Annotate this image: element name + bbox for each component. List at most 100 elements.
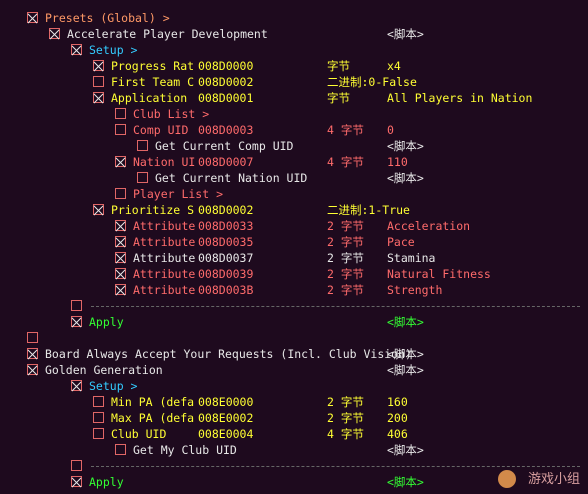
row-checkbox[interactable] (115, 444, 126, 455)
table-row[interactable]: Setup > (0, 42, 588, 58)
table-row[interactable]: Application 008D0001 字节 All Players in Nat… (0, 90, 588, 106)
table-row[interactable]: Golden Generation <脚本> (0, 362, 588, 378)
table-row[interactable]: Get Current Comp UID <脚本> (0, 138, 588, 154)
row-checkbox[interactable] (93, 60, 104, 71)
row-checkbox[interactable] (71, 316, 82, 327)
row-value[interactable]: Strength (387, 282, 442, 298)
row-value[interactable]: <脚本> (387, 170, 424, 186)
row-value[interactable]: 406 (387, 426, 408, 442)
row-checkbox[interactable] (71, 460, 82, 471)
table-row[interactable]: Max PA (defa 008E0002 2 字节 200 (0, 410, 588, 426)
row-type: 4 字节 (327, 155, 364, 169)
row-description: First Team C (111, 75, 195, 89)
row-checkbox[interactable] (93, 396, 104, 407)
row-value[interactable]: <脚本> (387, 362, 424, 378)
row-checkbox[interactable] (27, 364, 38, 375)
row-value[interactable]: x4 (387, 58, 401, 74)
table-row[interactable]: Attribute 008D0039 2 字节 Natural Fitness (0, 266, 588, 282)
row-address: 008D0007 (198, 155, 254, 169)
row-checkbox[interactable] (115, 108, 126, 119)
table-row[interactable]: Min PA (defa 008E0000 2 字节 160 (0, 394, 588, 410)
table-row[interactable]: Nation UI 008D0007 4 字节 110 (0, 154, 588, 170)
row-checkbox[interactable] (27, 12, 38, 23)
row-value[interactable]: 160 (387, 394, 408, 410)
table-row[interactable]: Club UID 008E0004 4 字节 406 (0, 426, 588, 442)
table-row[interactable]: Get Current Nation UID <脚本> (0, 170, 588, 186)
table-row[interactable] (0, 298, 588, 314)
table-row[interactable]: Get My Club UID <脚本> (0, 442, 588, 458)
row-type: 二进制:1-True (327, 203, 410, 217)
row-value[interactable]: 0 (387, 122, 394, 138)
row-value[interactable]: <脚本> (387, 346, 424, 362)
table-row[interactable]: Apply <脚本> (0, 314, 588, 330)
row-description: Attribute (133, 283, 196, 297)
row-address: 008D0039 (198, 267, 254, 281)
row-checkbox[interactable] (115, 268, 126, 279)
row-value[interactable]: <脚本> (387, 314, 424, 330)
row-value[interactable]: <脚本> (387, 474, 424, 490)
row-checkbox[interactable] (115, 124, 126, 135)
row-value[interactable]: 200 (387, 410, 408, 426)
row-checkbox[interactable] (71, 476, 82, 487)
table-row[interactable]: Presets (Global) > (0, 10, 588, 26)
watermark-text: 游戏小组 (527, 471, 580, 487)
row-value[interactable]: Natural Fitness (387, 266, 491, 282)
table-row[interactable]: Attribute 008D0037 2 字节 Stamina (0, 250, 588, 266)
table-row[interactable]: Comp UID 008D0003 4 字节 0 (0, 122, 588, 138)
row-checkbox[interactable] (115, 252, 126, 263)
row-checkbox[interactable] (115, 188, 126, 199)
row-checkbox[interactable] (49, 28, 60, 39)
row-type: 2 字节 (327, 411, 364, 425)
row-checkbox[interactable] (93, 204, 104, 215)
row-value[interactable]: <脚本> (387, 442, 424, 458)
row-checkbox[interactable] (27, 332, 38, 343)
row-address: 008E0002 (198, 411, 254, 425)
table-row[interactable]: Club List > (0, 106, 588, 122)
row-value[interactable]: All Players in Nation (387, 90, 532, 106)
row-value[interactable]: <脚本> (387, 26, 424, 42)
row-type: 4 字节 (327, 427, 364, 441)
row-value[interactable]: <脚本> (387, 138, 424, 154)
row-checkbox[interactable] (115, 236, 126, 247)
row-description: Attribute (133, 251, 196, 265)
row-checkbox[interactable] (93, 92, 104, 103)
table-row[interactable]: Player List > (0, 186, 588, 202)
row-value[interactable]: 110 (387, 154, 408, 170)
row-checkbox[interactable] (115, 220, 126, 231)
row-type: 2 字节 (327, 395, 364, 409)
table-row[interactable]: Attribute 008D003B 2 字节 Strength (0, 282, 588, 298)
row-checkbox[interactable] (27, 348, 38, 359)
row-checkbox[interactable] (137, 140, 148, 151)
row-checkbox[interactable] (93, 76, 104, 87)
row-checkbox[interactable] (115, 156, 126, 167)
row-address: 008D0000 (198, 59, 254, 73)
row-value[interactable]: Pace (387, 234, 415, 250)
row-description: Attribute (133, 219, 196, 233)
row-checkbox[interactable] (137, 172, 148, 183)
row-checkbox[interactable] (71, 380, 82, 391)
row-address: 008D003B (198, 283, 254, 297)
row-checkbox[interactable] (71, 300, 82, 311)
table-row[interactable]: Attribute 008D0033 2 字节 Acceleration (0, 218, 588, 234)
table-row[interactable]: Attribute 008D0035 2 字节 Pace (0, 234, 588, 250)
table-row[interactable]: Setup > (0, 378, 588, 394)
watermark: 游戏小组 (498, 468, 580, 488)
row-description: Progress Rat (111, 59, 195, 73)
table-row[interactable]: First Team C 008D0002 二进制:0-False (0, 74, 588, 90)
table-row[interactable]: Accelerate Player Development <脚本> (0, 26, 588, 42)
row-value[interactable]: Stamina (387, 250, 435, 266)
row-description: Setup > (89, 379, 138, 393)
table-row[interactable]: Prioritize S 008D0002 二进制:1-True (0, 202, 588, 218)
table-row[interactable] (0, 330, 588, 346)
row-checkbox[interactable] (71, 44, 82, 55)
row-checkbox[interactable] (93, 428, 104, 439)
table-row[interactable]: Board Always Accept Your Requests (Incl.… (0, 346, 588, 362)
table-row[interactable]: Progress Rat 008D0000 字节 x4 (0, 58, 588, 74)
row-checkbox[interactable] (93, 412, 104, 423)
row-description: Setup > (89, 43, 138, 57)
row-value[interactable]: Acceleration (387, 218, 470, 234)
row-checkbox[interactable] (115, 284, 126, 295)
row-description: Nation UI (133, 155, 196, 169)
row-type: 2 字节 (327, 251, 364, 265)
row-type: 字节 (327, 91, 350, 105)
